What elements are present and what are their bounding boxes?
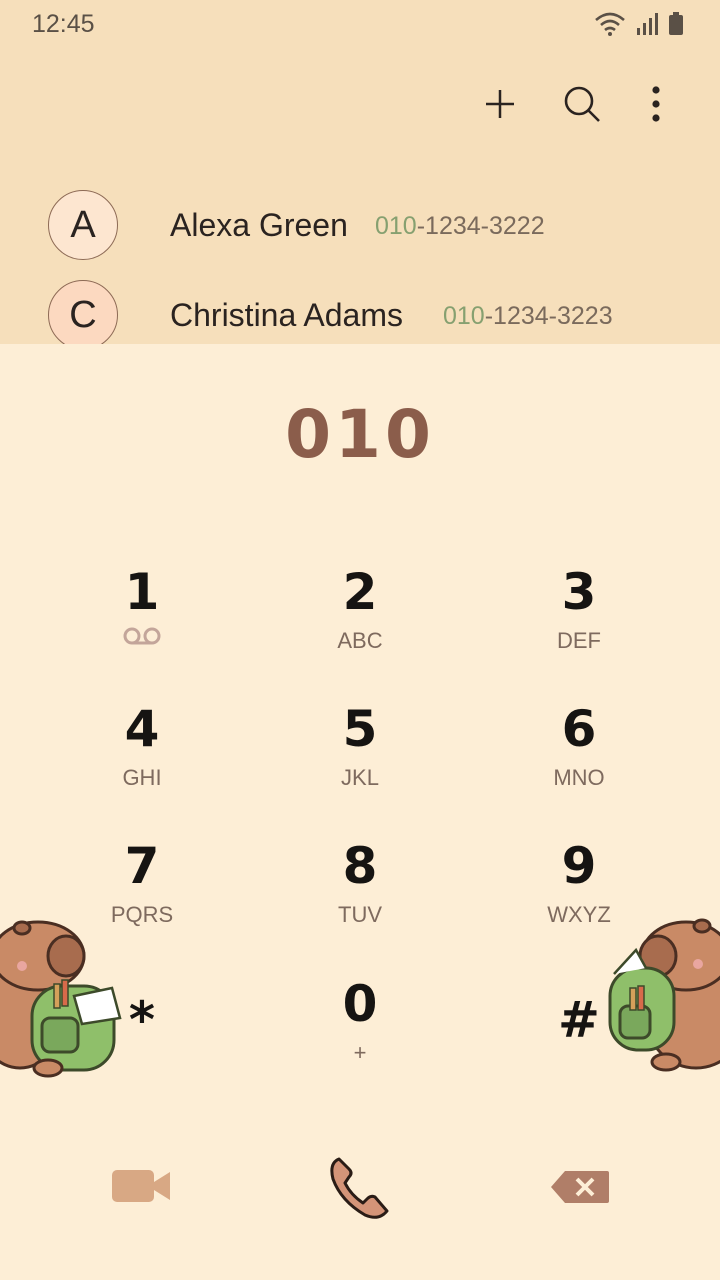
backspace-icon xyxy=(551,1171,609,1203)
key-9[interactable]: 9 WXYZ xyxy=(479,836,679,956)
avatar: A xyxy=(48,190,118,260)
contact-name: Christina Adams xyxy=(170,297,403,333)
signal-icon xyxy=(637,13,658,35)
key-letters: PQRS xyxy=(110,902,174,927)
phone-icon xyxy=(330,1157,389,1219)
more-options-button[interactable] xyxy=(634,82,678,126)
contact-suggestion[interactable]: A Alexa Green 010-1234-3222 xyxy=(0,188,720,268)
key-digit: 3 xyxy=(561,563,597,621)
key-digit: 1 xyxy=(124,563,160,621)
key-digit: 4 xyxy=(124,700,160,758)
key-letters: JKL xyxy=(341,765,379,790)
call-button[interactable] xyxy=(320,1148,400,1228)
key-letters: GHI xyxy=(122,765,162,790)
video-camera-icon xyxy=(112,1170,170,1202)
key-star[interactable]: * xyxy=(42,990,242,1110)
key-letters: ABC xyxy=(337,628,383,653)
add-contact-button[interactable] xyxy=(478,82,522,126)
contact-name: Alexa Green xyxy=(170,207,348,243)
avatar: C xyxy=(48,280,118,344)
contact-number: 010-1234-3223 xyxy=(443,302,613,330)
search-button[interactable] xyxy=(560,82,604,126)
key-digit: 9 xyxy=(561,837,597,895)
key-letters: + xyxy=(353,1040,367,1065)
key-digit: 7 xyxy=(124,837,160,895)
key-letters: DEF xyxy=(557,628,601,653)
key-6[interactable]: 6 MNO xyxy=(479,699,679,819)
plus-icon xyxy=(486,90,514,118)
key-hash[interactable]: # xyxy=(479,990,679,1110)
status-bar: 12:45 xyxy=(0,0,720,50)
battery-icon xyxy=(669,12,683,35)
key-4[interactable]: 4 GHI xyxy=(42,699,242,819)
key-7[interactable]: 7 PQRS xyxy=(42,836,242,956)
key-letters: TUV xyxy=(338,902,382,927)
suggestion-panel: 12:45 A Alexa Green 010-1234-3222 C Chri… xyxy=(0,0,720,344)
key-digit: # xyxy=(558,991,600,1049)
dialed-number: 010 xyxy=(285,396,435,473)
key-2[interactable]: 2 ABC xyxy=(260,562,460,682)
backspace-button[interactable] xyxy=(542,1160,618,1214)
key-letters: WXYZ xyxy=(547,902,611,927)
key-digit: 2 xyxy=(342,563,378,621)
key-digit: 6 xyxy=(561,700,597,758)
video-call-button[interactable] xyxy=(102,1156,182,1216)
voicemail-icon xyxy=(123,627,161,645)
key-1[interactable]: 1 xyxy=(42,562,242,682)
wifi-icon xyxy=(595,12,625,36)
search-icon xyxy=(564,86,600,122)
contact-number: 010-1234-3222 xyxy=(375,212,545,240)
status-time: 12:45 xyxy=(32,10,95,38)
key-digit: * xyxy=(128,991,156,1049)
key-digit: 8 xyxy=(342,837,378,895)
key-letters: MNO xyxy=(553,765,605,790)
contact-suggestion[interactable]: C Christina Adams 010-1234-3223 xyxy=(0,278,720,344)
key-digit: 0 xyxy=(342,975,378,1033)
key-5[interactable]: 5 JKL xyxy=(260,699,460,819)
key-8[interactable]: 8 TUV xyxy=(260,836,460,956)
key-digit: 5 xyxy=(342,700,378,758)
key-0[interactable]: 0 + xyxy=(260,974,460,1094)
more-vert-icon xyxy=(652,86,660,122)
key-3[interactable]: 3 DEF xyxy=(479,562,679,682)
